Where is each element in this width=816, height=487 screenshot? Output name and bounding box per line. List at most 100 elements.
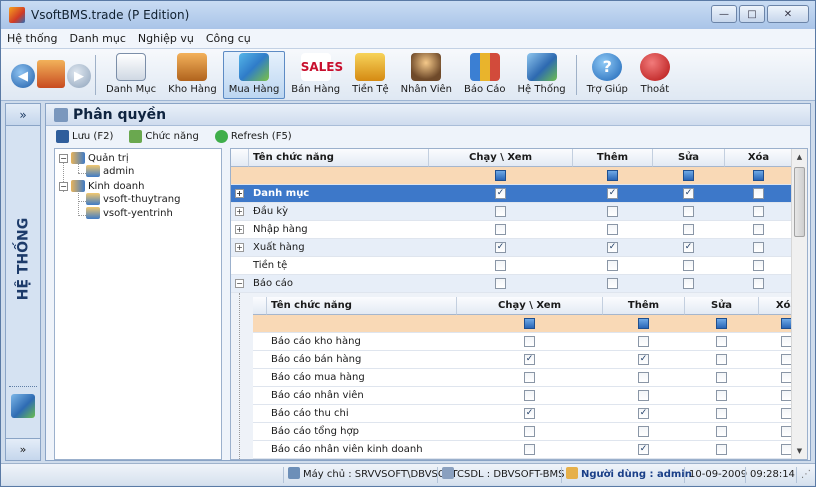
delete-checkbox[interactable] [753, 242, 764, 253]
detail-row[interactable]: Báo cáo nhân viên kinh doanh ✓ [253, 441, 793, 459]
close-button[interactable]: ✕ [767, 5, 809, 23]
menu-nghiep-vu[interactable]: Nghiệp vụ [132, 32, 200, 45]
splitter-grip[interactable] [9, 386, 37, 388]
detail-edit-checkbox[interactable] [716, 408, 727, 419]
delete-checkbox[interactable] [753, 260, 764, 271]
detail-add-checkbox[interactable]: ✓ [638, 408, 649, 419]
menu-he-thong[interactable]: Hệ thống [1, 32, 64, 45]
run-checkbox[interactable]: ✓ [495, 188, 506, 199]
edit-checkbox[interactable] [683, 224, 694, 235]
tree-expander[interactable]: − [59, 153, 68, 163]
filter-row[interactable] [231, 167, 793, 185]
add-checkbox[interactable] [607, 224, 618, 235]
forward-button[interactable]: ▶ [67, 64, 91, 88]
detail-run-checkbox[interactable] [524, 390, 535, 401]
delete-checkbox[interactable] [753, 206, 764, 217]
toolbar-tien-te-button[interactable]: Tiền Tệ [346, 51, 395, 99]
detail-filter-row[interactable] [253, 315, 793, 333]
detail-row[interactable]: Báo cáo tổng hợp [253, 423, 793, 441]
detail-add-checkbox[interactable] [638, 390, 649, 401]
detail-edit-checkbox[interactable] [716, 390, 727, 401]
row-expander[interactable]: + [235, 207, 244, 216]
detail-column-header-edit[interactable]: Sửa [685, 297, 759, 315]
grid-row[interactable]: + Nhập hàng [231, 221, 793, 239]
menu-danh-muc[interactable]: Danh mục [64, 32, 132, 45]
detail-filter-add-checkbox[interactable] [638, 318, 649, 329]
edit-checkbox[interactable]: ✓ [683, 242, 694, 253]
row-expander[interactable]: + [235, 189, 244, 198]
detail-edit-checkbox[interactable] [716, 444, 727, 455]
run-checkbox[interactable] [495, 224, 506, 235]
filter-run-checkbox[interactable] [495, 170, 506, 181]
delete-checkbox[interactable] [753, 188, 764, 199]
row-expander[interactable]: + [235, 243, 244, 252]
toolbar-nhan-vien-button[interactable]: Nhân Viên [395, 51, 458, 99]
menu-cong-cu[interactable]: Công cụ [200, 32, 257, 45]
refresh-button[interactable]: Refresh (F5) [214, 129, 292, 143]
detail-run-checkbox[interactable] [524, 426, 535, 437]
detail-column-header-add[interactable]: Thêm [603, 297, 685, 315]
functions-button[interactable]: Chức năng [129, 129, 199, 143]
filter-edit-checkbox[interactable] [683, 170, 694, 181]
column-header-delete[interactable]: Xóa [725, 149, 793, 167]
row-expander[interactable]: + [235, 225, 244, 234]
detail-add-checkbox[interactable] [638, 336, 649, 347]
scroll-down-arrow[interactable]: ▼ [792, 443, 807, 459]
edit-checkbox[interactable] [683, 206, 694, 217]
column-header-add[interactable]: Thêm [573, 149, 653, 167]
add-checkbox[interactable]: ✓ [607, 242, 618, 253]
run-checkbox[interactable]: ✓ [495, 242, 506, 253]
run-checkbox[interactable] [495, 278, 506, 289]
side-collapse-button[interactable]: » [6, 104, 40, 126]
filter-add-checkbox[interactable] [607, 170, 618, 181]
detail-add-checkbox[interactable]: ✓ [638, 354, 649, 365]
add-checkbox[interactable]: ✓ [607, 188, 618, 199]
side-expand-button[interactable]: » [6, 438, 40, 460]
run-checkbox[interactable] [495, 206, 506, 217]
detail-add-checkbox[interactable] [638, 426, 649, 437]
tree-expander[interactable]: − [59, 181, 68, 191]
column-header-name[interactable]: Tên chức năng [249, 149, 429, 167]
detail-edit-checkbox[interactable] [716, 426, 727, 437]
grid-row[interactable]: + Xuất hàng ✓ ✓ ✓ [231, 239, 793, 257]
toolbar-tro-giup-button[interactable]: ? Trợ Giúp [581, 51, 634, 99]
resize-grip[interactable]: ⋰ [796, 467, 811, 483]
detail-row[interactable]: Báo cáo mua hàng [253, 369, 793, 387]
edit-checkbox[interactable] [683, 260, 694, 271]
detail-run-checkbox[interactable] [524, 372, 535, 383]
back-button[interactable]: ◀ [11, 64, 35, 88]
delete-checkbox[interactable] [753, 224, 764, 235]
tree-user-admin[interactable]: admin [86, 165, 134, 177]
toolbar-thoat-button[interactable]: Thoát [634, 51, 676, 99]
tree-group-quan-tri[interactable]: − Quản trị [59, 152, 129, 164]
detail-run-checkbox[interactable] [524, 444, 535, 455]
detail-row[interactable]: Báo cáo kho hàng [253, 333, 793, 351]
detail-edit-checkbox[interactable] [716, 372, 727, 383]
toolbar-mua-hang-button[interactable]: Mua Hàng [222, 51, 286, 99]
grid-scrollbar[interactable]: ▲ ▼ [791, 149, 807, 459]
detail-column-header-run[interactable]: Chạy \ Xem [457, 297, 603, 315]
tree-user-thuytrang[interactable]: vsoft-thuytrang [86, 193, 180, 205]
toolbar-he-thong-button[interactable]: Hệ Thống [512, 51, 572, 99]
column-header-edit[interactable]: Sửa [653, 149, 725, 167]
add-checkbox[interactable] [607, 278, 618, 289]
detail-filter-run-checkbox[interactable] [524, 318, 535, 329]
edit-checkbox[interactable] [683, 278, 694, 289]
detail-row[interactable]: Báo cáo thu chi ✓ ✓ [253, 405, 793, 423]
maximize-button[interactable]: □ [739, 5, 765, 23]
detail-run-checkbox[interactable]: ✓ [524, 354, 535, 365]
detail-edit-checkbox[interactable] [716, 354, 727, 365]
toolbar-bao-cao-button[interactable]: Báo Cáo [458, 51, 512, 99]
minimize-button[interactable]: — [711, 5, 737, 23]
add-checkbox[interactable] [607, 260, 618, 271]
detail-edit-checkbox[interactable] [716, 336, 727, 347]
tree-user-yentrinh[interactable]: vsoft-yentrinh [86, 207, 173, 219]
grid-row[interactable]: + Đầu kỳ [231, 203, 793, 221]
row-expander[interactable]: − [235, 279, 244, 288]
detail-column-header-name[interactable]: Tên chức năng [267, 297, 457, 315]
detail-run-checkbox[interactable] [524, 336, 535, 347]
system-module-icon[interactable] [11, 394, 35, 418]
add-checkbox[interactable] [607, 206, 618, 217]
toolbar-danh-muc-button[interactable]: Danh Mục [100, 51, 162, 99]
scroll-up-arrow[interactable]: ▲ [792, 149, 807, 165]
